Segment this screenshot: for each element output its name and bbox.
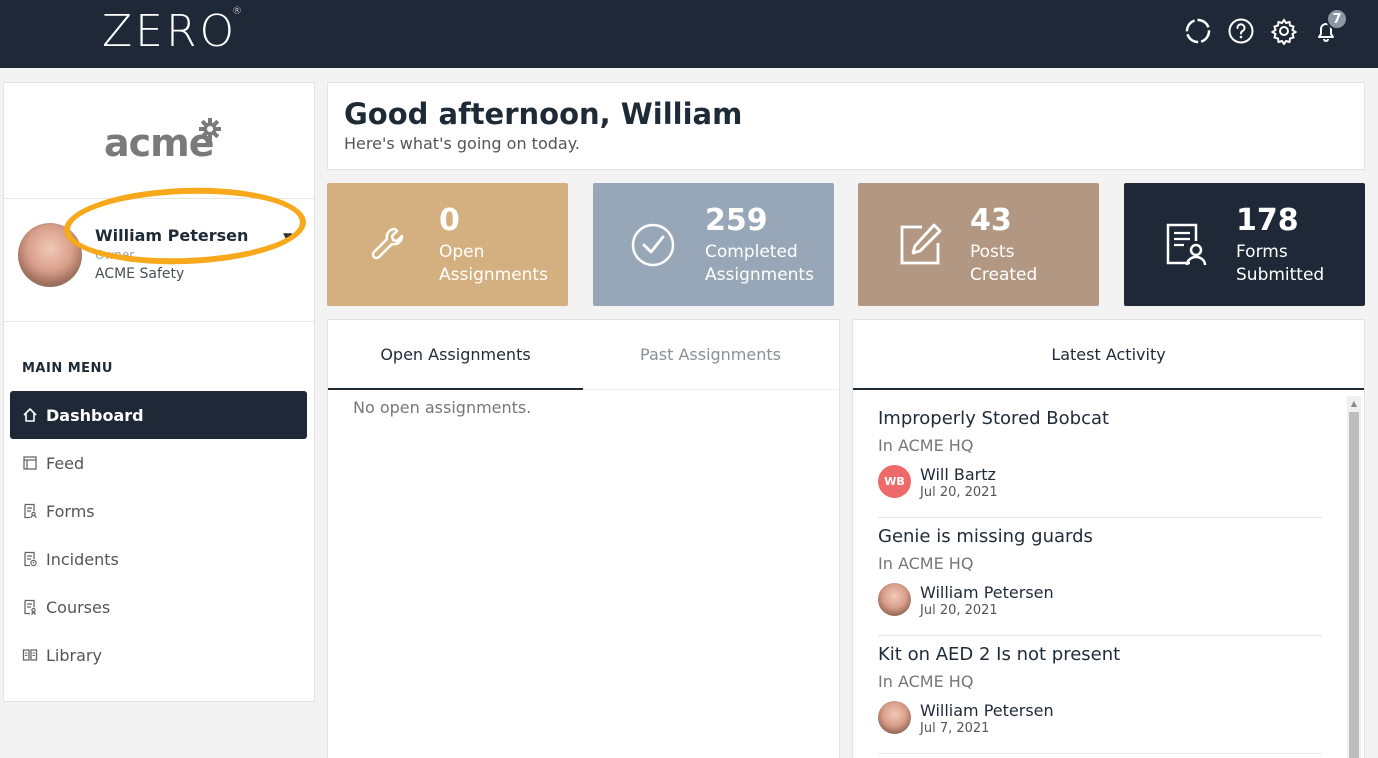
activity-heading: Latest Activity: [853, 320, 1364, 390]
acme-gear-icon: [199, 118, 221, 140]
sidebar-item-label: Library: [46, 645, 102, 665]
sidebar-item-label: Courses: [46, 597, 111, 617]
stat-label: Created: [970, 265, 1038, 285]
company-brand: acme: [4, 83, 314, 199]
stat-value: 259: [705, 203, 768, 238]
registered-mark: ®: [232, 6, 242, 17]
tab-past-assignments[interactable]: Past Assignments: [583, 320, 838, 390]
profile-role: Owner: [95, 248, 135, 262]
activity-item[interactable]: Kit on AED 2 Is not present In ACME HQ W…: [878, 636, 1322, 754]
zero-logo[interactable]: ZERO ®: [102, 6, 242, 57]
wrench-icon: [365, 221, 413, 269]
edit-icon: [896, 221, 944, 269]
activity-user: William Petersen: [920, 583, 1054, 602]
stat-label: Submitted: [1236, 265, 1325, 285]
stat-value: 43: [970, 203, 1012, 238]
courses-icon: [22, 599, 40, 615]
activity-title: Kit on AED 2 Is not present: [878, 644, 1121, 665]
scroll-thumb[interactable]: [1349, 412, 1359, 758]
activity-item[interactable]: Improperly Stored Bobcat In ACME HQ WB W…: [878, 400, 1322, 518]
logo-text: ZERO: [102, 6, 238, 57]
stat-card-open-assignments[interactable]: 0 Open Assignments: [327, 183, 568, 306]
profile-name: William Petersen: [95, 226, 249, 245]
avatar: [878, 701, 911, 734]
stat-label: Open: [439, 242, 485, 262]
stat-card-completed-assignments[interactable]: 259 Completed Assignments: [593, 183, 834, 306]
activity-title: Genie is missing guards: [878, 526, 1093, 547]
profile-organization: ACME Safety: [95, 266, 185, 282]
top-navigation-bar: ZERO ® 7: [0, 0, 1378, 68]
sidebar-item-library[interactable]: Library: [10, 631, 307, 679]
stat-value: 178: [1236, 203, 1299, 238]
activity-date: Jul 7, 2021: [920, 721, 990, 736]
check-circle-icon: [631, 221, 679, 269]
sidebar-item-incidents[interactable]: Incidents: [10, 535, 307, 583]
feed-icon: [22, 455, 40, 471]
incidents-icon: [22, 551, 40, 567]
activity-title: Improperly Stored Bobcat: [878, 408, 1110, 429]
activity-user: William Petersen: [920, 701, 1054, 720]
gear-icon[interactable]: [1269, 16, 1299, 46]
greeting-panel: Good afternoon, William Here's what's go…: [327, 82, 1365, 170]
activity-date: Jul 20, 2021: [920, 603, 998, 618]
sidebar-item-courses[interactable]: Courses: [10, 583, 307, 631]
form-user-icon: [1162, 221, 1210, 269]
sidebar-item-label: Incidents: [46, 549, 119, 569]
sidebar-item-label: Dashboard: [46, 405, 144, 425]
scroll-up-arrow-icon[interactable]: ▲: [1347, 396, 1361, 410]
sidebar-item-feed[interactable]: Feed: [10, 439, 307, 487]
avatar: [878, 583, 911, 616]
help-icon[interactable]: [1226, 16, 1256, 46]
stat-card-forms-submitted[interactable]: 178 Forms Submitted: [1124, 183, 1365, 306]
home-icon: [22, 407, 40, 423]
sidebar-item-dashboard[interactable]: Dashboard: [10, 391, 307, 439]
avatar: WB: [878, 465, 911, 498]
activity-location: In ACME HQ: [878, 554, 974, 573]
activity-date: Jul 20, 2021: [920, 485, 998, 500]
stat-label: Completed: [705, 242, 798, 262]
stat-label: Assignments: [439, 265, 548, 285]
stat-value: 0: [439, 203, 460, 238]
sidebar-item-label: Forms: [46, 501, 95, 521]
sidebar-item-forms[interactable]: Forms: [10, 487, 307, 535]
sidebar-item-label: Feed: [46, 453, 85, 473]
page-subtitle: Here's what's going on today.: [344, 134, 580, 153]
activity-scrollbar[interactable]: ▲: [1347, 396, 1361, 758]
notification-count-badge[interactable]: 7: [1326, 8, 1348, 30]
sidebar: acme William Petersen Owner ACME Safety …: [3, 82, 315, 702]
library-icon: [22, 647, 40, 663]
forms-icon: [22, 503, 40, 519]
activity-user: Will Bartz: [920, 465, 996, 484]
activity-location: In ACME HQ: [878, 672, 974, 691]
stat-label: Forms: [1236, 242, 1288, 262]
loading-icon[interactable]: [1183, 16, 1213, 46]
stat-label: Posts: [970, 242, 1015, 262]
tab-open-assignments[interactable]: Open Assignments: [328, 320, 583, 390]
profile-dropdown-caret-icon[interactable]: ▼: [283, 230, 292, 244]
latest-activity-panel: Latest Activity Improperly Stored Bobcat…: [852, 319, 1365, 758]
activity-item[interactable]: Genie is missing guards In ACME HQ Willi…: [878, 518, 1322, 636]
activity-location: In ACME HQ: [878, 436, 974, 455]
page-title: Good afternoon, William: [344, 97, 743, 131]
main-menu-heading: MAIN MENU: [22, 361, 113, 376]
stat-card-posts-created[interactable]: 43 Posts Created: [858, 183, 1099, 306]
stat-label: Assignments: [705, 265, 814, 285]
assignments-panel: Open Assignments Past Assignments No ope…: [327, 319, 840, 758]
empty-state-text: No open assignments.: [353, 398, 532, 417]
user-profile[interactable]: William Petersen Owner ACME Safety ▼: [4, 183, 314, 322]
avatar[interactable]: [18, 223, 82, 287]
